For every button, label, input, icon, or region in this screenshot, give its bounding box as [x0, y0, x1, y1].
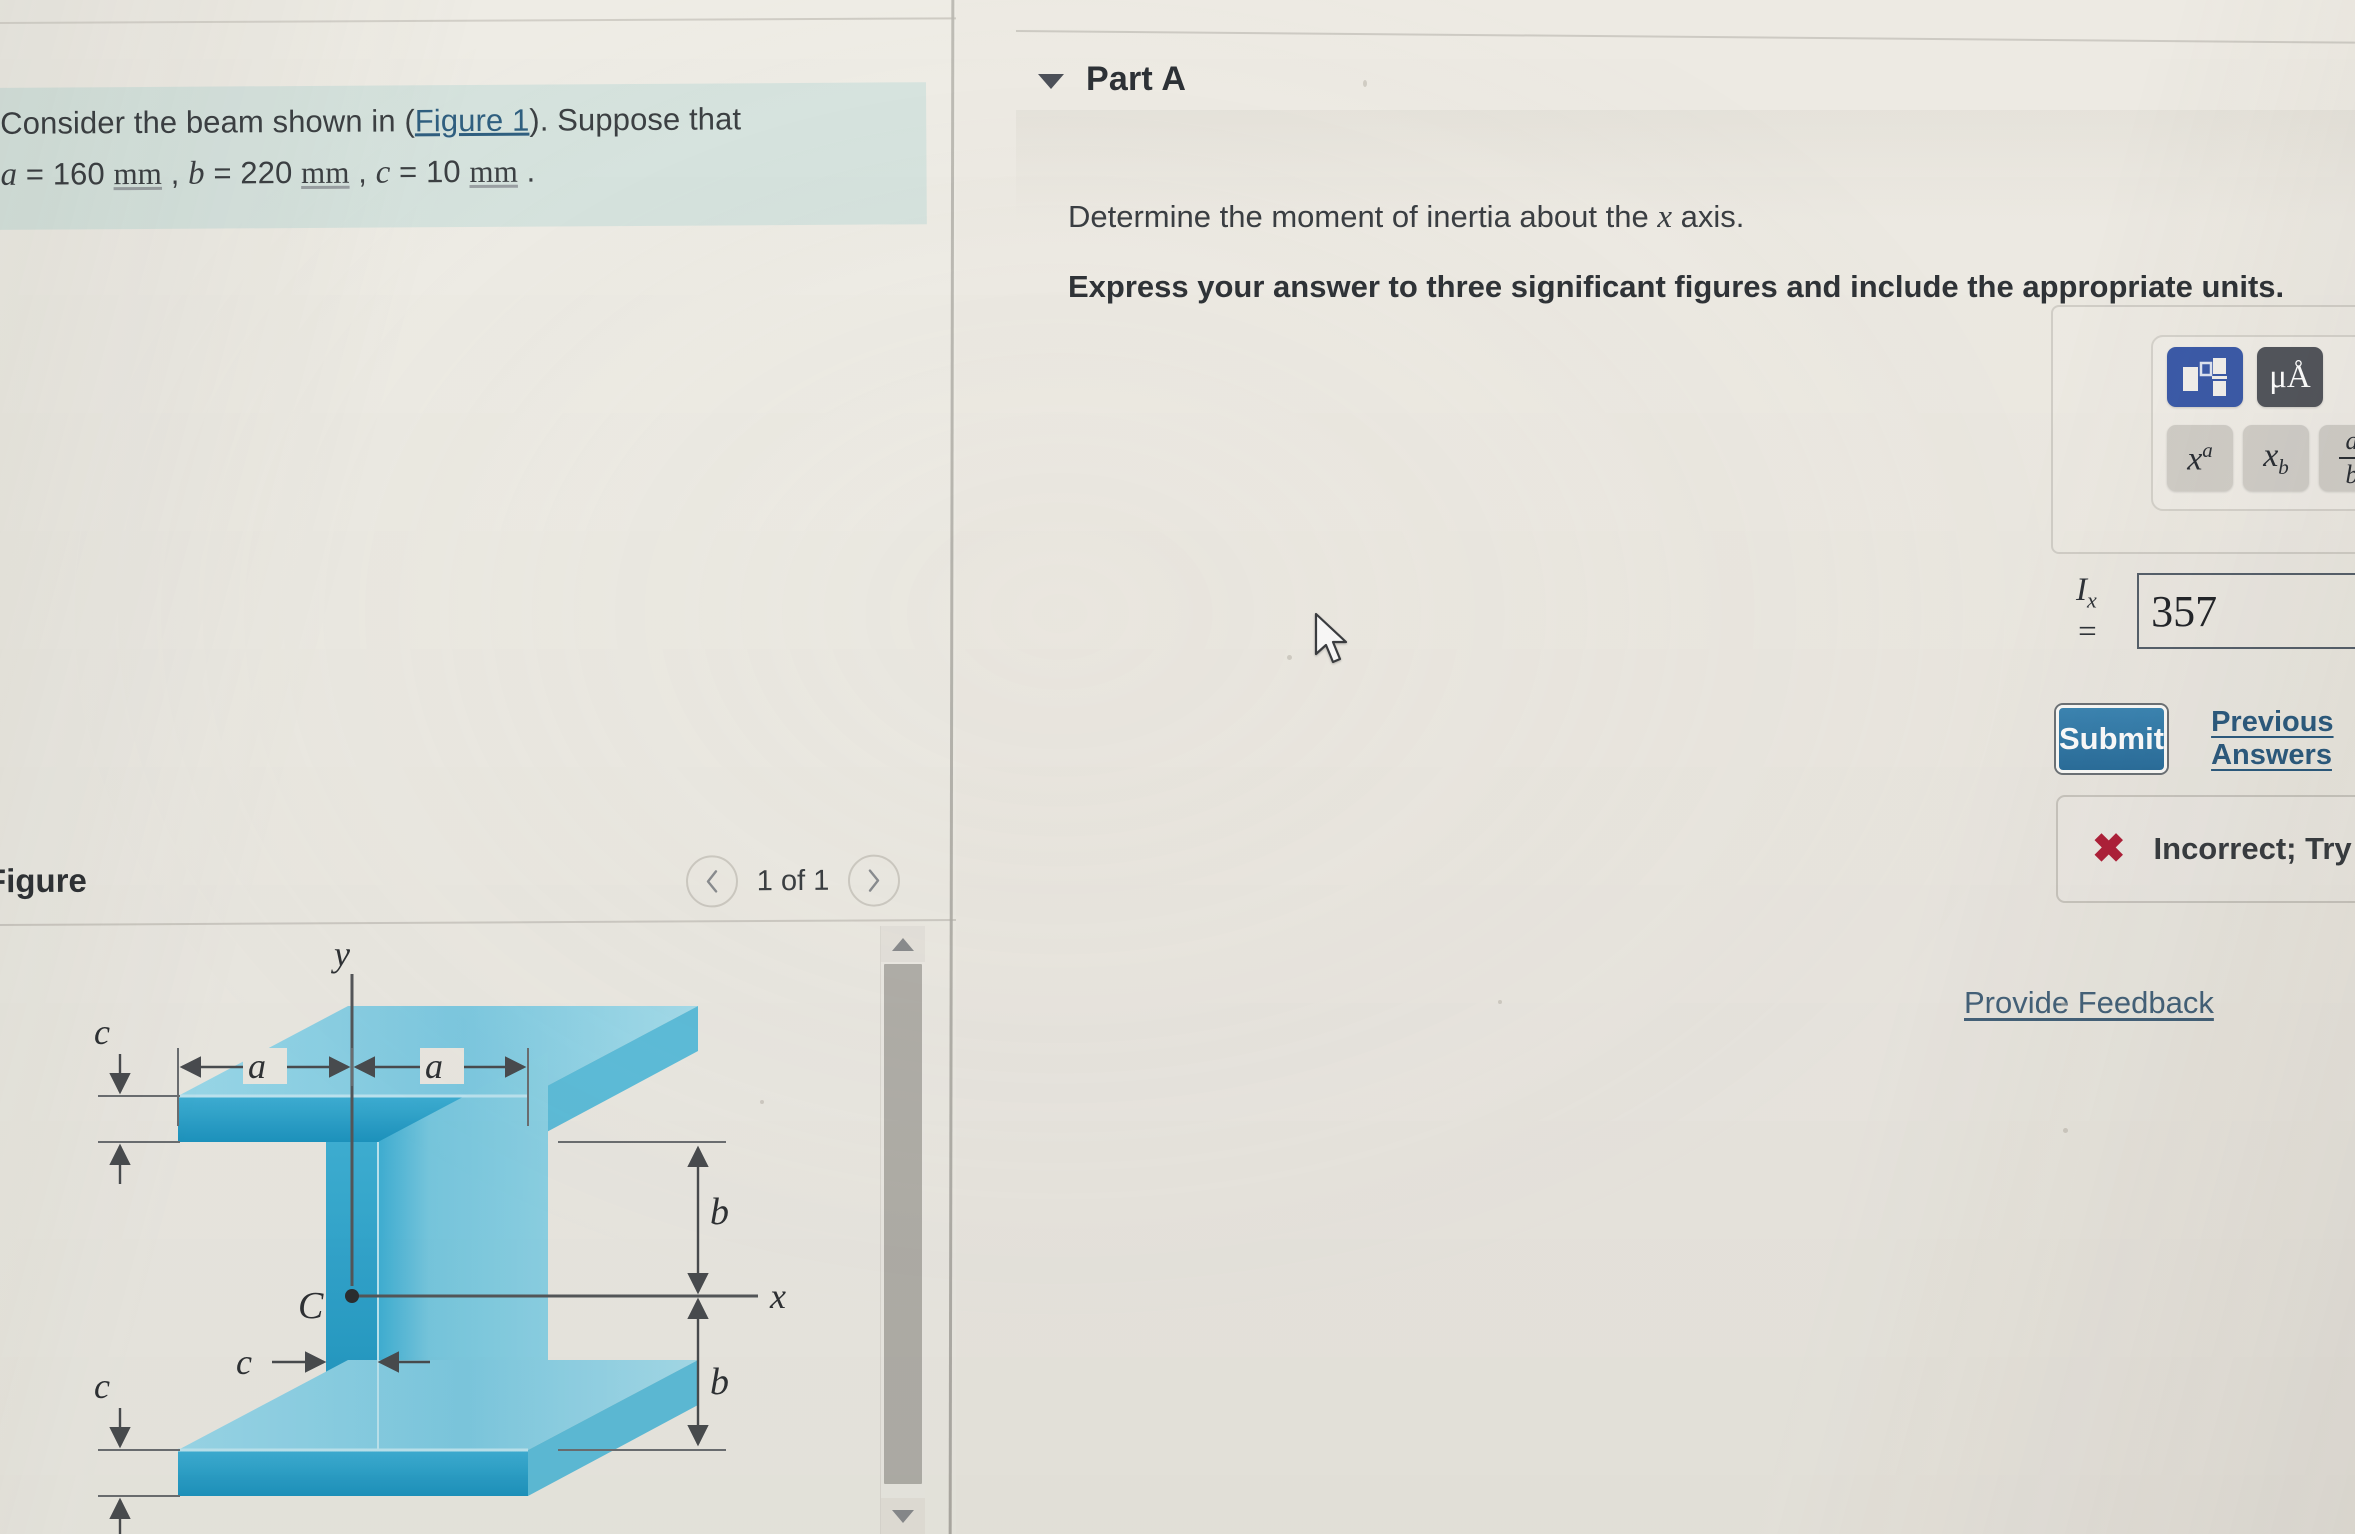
mu-angstrom-icon: μÅ [2269, 358, 2311, 395]
part-a-header[interactable]: Part A [1038, 60, 1186, 99]
unit-a: mm [113, 155, 163, 192]
prompt-after: axis. [1671, 199, 1745, 234]
centroid-label: C [298, 1285, 324, 1327]
status-message: Incorrect; Try Again; 3 attempts remaini… [2153, 831, 2355, 866]
subscript-base: x [2263, 436, 2279, 474]
mouse-cursor [1314, 612, 1348, 664]
right-top-divider [1015, 30, 2355, 44]
problem-text-after-link: ). Suppose that [529, 101, 742, 138]
provide-feedback-link[interactable]: Provide Feedback [1964, 985, 2214, 1021]
scrollbar-up-button[interactable] [881, 926, 925, 962]
superscript-base: x [2187, 440, 2203, 478]
question-block: Determine the moment of inertia about th… [1068, 196, 2288, 307]
figure-navigation: 1 of 1 [685, 854, 901, 908]
answer-variable-label: Ix = [2076, 572, 2123, 651]
value-b: = 220 [204, 155, 302, 191]
fraction-bar [2339, 456, 2355, 460]
answer-input[interactable] [2137, 573, 2355, 650]
figure-1-link[interactable]: Figure 1 [415, 103, 530, 139]
prompt-before: Determine the moment of inertia about th… [1068, 199, 1658, 234]
answer-label-sub-x: x [2087, 587, 2097, 613]
previous-answers-link[interactable]: Previous Answers [2211, 706, 2355, 772]
dimension-label-c-web: c [236, 1342, 252, 1382]
answer-label-I: I [2076, 572, 2087, 608]
superscript-exp: a [2202, 437, 2213, 462]
figure-divider-rule [0, 918, 956, 926]
value-a: = 160 [17, 156, 114, 192]
unit-b: mm [300, 154, 350, 191]
answer-actions-row: Submit Previous Answers Request Answer [2056, 705, 2355, 773]
toolbar-row-primary: μÅ [2167, 347, 2355, 407]
figure-viewport: y x C a a c c c b b [0, 930, 956, 1534]
chevron-right-icon [868, 869, 880, 892]
scrollbar-thumb[interactable] [884, 964, 922, 1484]
question-prompt: Determine the moment of inertia about th… [1068, 196, 2288, 239]
figure-prev-button[interactable] [685, 855, 739, 908]
problem-text-before-link: Consider the beam shown in ( [0, 103, 415, 141]
triangle-down-icon [892, 1509, 914, 1523]
fraction-denominator: b [2346, 462, 2355, 488]
math-template-icon [2183, 358, 2227, 396]
figure-scrollbar[interactable] [880, 926, 925, 1534]
units-button[interactable]: μÅ [2257, 347, 2323, 407]
figure-section-heading: Figure [0, 861, 87, 900]
variable-a: a [0, 156, 18, 193]
math-input-toolbar: μÅ xa xb [2151, 335, 2355, 511]
triangle-up-icon [892, 937, 914, 951]
question-instruction: Express your answer to three significant… [1068, 268, 2285, 304]
problem-line-1: Consider the beam shown in (Figure 1). S… [0, 96, 926, 146]
problem-statement-highlight: Consider the beam shown in (Figure 1). S… [0, 82, 927, 230]
dimension-label-c-bottom: c [94, 1366, 110, 1406]
dimension-label-a-left: a [248, 1046, 266, 1086]
answer-label-equals: = [2076, 613, 2099, 650]
x-mark-icon: ✖ [2092, 827, 2126, 871]
superscript-button[interactable]: xa [2167, 425, 2233, 491]
prompt-variable-x: x [1657, 199, 1672, 235]
right-answer-panel: Part A Determine the moment of inertia a… [956, 0, 2355, 1534]
toolbar-row-secondary: xa xb a b • x•10n [2167, 425, 2355, 491]
figure-next-button[interactable] [847, 854, 901, 907]
submit-button[interactable]: Submit [2056, 705, 2168, 773]
caret-down-icon[interactable] [1038, 74, 1064, 89]
top-divider-rule [0, 17, 956, 24]
scrollbar-down-button[interactable] [881, 1498, 925, 1534]
dimension-label-c-top: c [94, 1012, 110, 1052]
value-c: = 10 [390, 154, 470, 190]
fraction-numerator: a [2346, 427, 2355, 454]
template-button[interactable] [2167, 347, 2243, 407]
dimension-label-b-lower: b [710, 1361, 729, 1403]
period: . [517, 153, 536, 189]
variable-c: c [375, 154, 391, 191]
variable-b: b [187, 155, 205, 192]
dimension-label-b-upper: b [710, 1191, 729, 1233]
unit-c: mm [469, 153, 518, 190]
fraction-button[interactable]: a b [2319, 425, 2355, 491]
centroid-point [345, 1289, 359, 1303]
figure-counter: 1 of 1 [756, 864, 830, 897]
beam-cross-section-diagram: y x C a a c c c b b [94, 934, 786, 1534]
dimension-label-a-right: a [425, 1046, 443, 1086]
problem-line-2: a = 160 mm , b = 220 mm , c = 10 mm . [0, 146, 926, 199]
axis-label-y: y [331, 934, 350, 974]
status-feedback-box: ✖ Incorrect; Try Again; 3 attempts remai… [2056, 795, 2355, 903]
left-problem-panel: Consider the beam shown in (Figure 1). S… [0, 0, 956, 1534]
part-title: Part A [1086, 60, 1187, 98]
answer-input-row: Ix = mm4 [2076, 572, 2355, 651]
subscript-idx: b [2278, 454, 2289, 479]
chevron-left-icon [706, 870, 718, 893]
subscript-button[interactable]: xb [2243, 425, 2309, 491]
sep-2: , [349, 154, 376, 190]
axis-label-x: x [769, 1276, 786, 1316]
sep-1: , [161, 155, 189, 191]
